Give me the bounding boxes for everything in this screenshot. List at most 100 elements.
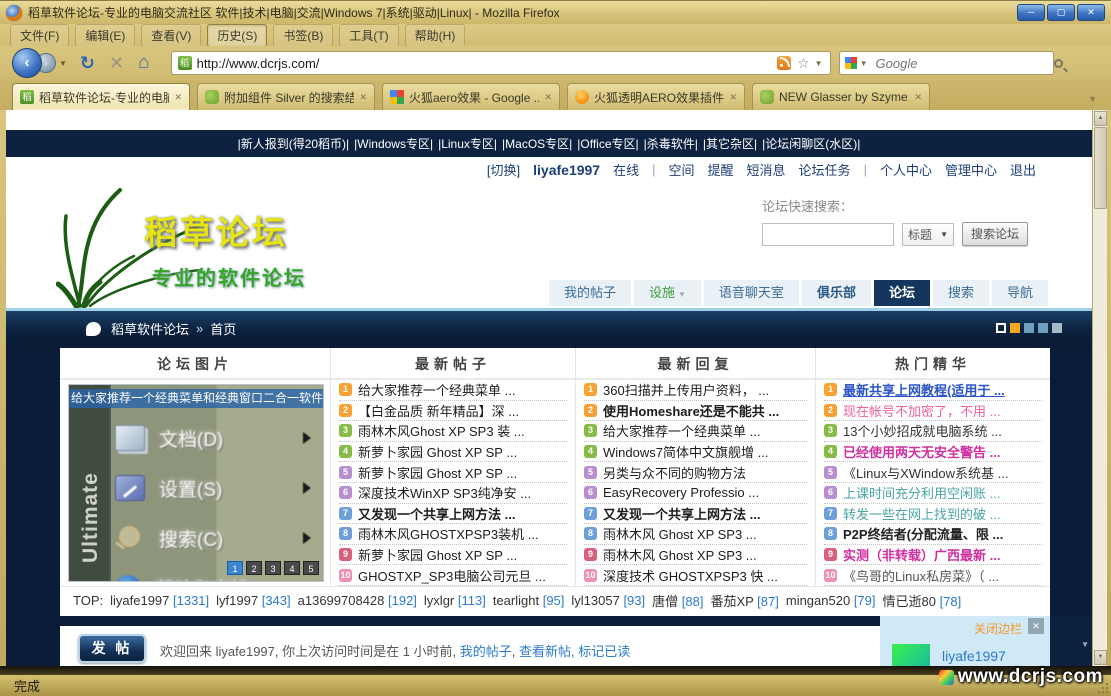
new-post-button[interactable]: 发 帖 — [78, 634, 146, 663]
forum-tab[interactable]: 语音聊天室 — [704, 280, 799, 306]
topnav-link[interactable]: |其它杂区| — [703, 135, 757, 152]
menu-item[interactable]: 查看(V) — [141, 24, 201, 47]
close-sidebar-icon[interactable]: ✕ — [1028, 618, 1044, 634]
userbar-link[interactable]: 论坛任务 — [799, 160, 851, 179]
topnav-link[interactable]: |新人报到(得20稻币)| — [238, 135, 350, 152]
breadcrumb-page[interactable]: 首页 — [210, 319, 236, 338]
forum-post-link[interactable]: 6上课时间充分利用空闲账 ... — [824, 483, 1042, 504]
carousel-page-button[interactable]: 3 — [265, 561, 281, 575]
menu-item[interactable]: 工具(T) — [339, 24, 398, 47]
menu-item[interactable]: 书签(B) — [273, 24, 333, 47]
menu-item[interactable]: 帮助(H) — [405, 24, 466, 47]
scroll-down-icon[interactable]: ▼ — [1094, 650, 1107, 665]
forum-post-link[interactable]: 9雨林木风 Ghost XP SP3 ... — [584, 545, 807, 566]
minimize-button[interactable]: ─ — [1017, 4, 1045, 21]
forum-post-link[interactable]: 6EasyRecovery Professio ... — [584, 483, 807, 504]
topnav-link[interactable]: |杀毒软件| — [644, 135, 698, 152]
top-user-name[interactable]: lyxlgr — [424, 593, 458, 608]
carousel-page-button[interactable]: 4 — [284, 561, 300, 575]
rss-icon[interactable] — [777, 56, 791, 70]
menu-item[interactable]: 编辑(E) — [75, 24, 135, 47]
forum-post-link[interactable]: 5另类与众不同的购物方法 — [584, 462, 807, 483]
userbar-link[interactable]: 管理中心 — [945, 160, 997, 179]
forum-post-link[interactable]: 2现在帐号不加密了，不用 ... — [824, 401, 1042, 422]
forum-post-link[interactable]: 3雨林木风Ghost XP SP3 装 ... — [339, 421, 567, 442]
tab-close-icon[interactable]: ✕ — [914, 92, 922, 103]
userbar-link[interactable]: 短消息 — [747, 160, 786, 179]
topnav-link[interactable]: |Linux专区| — [438, 135, 497, 152]
browser-tab[interactable]: 火狐aero效果 - Google ...✕ — [382, 83, 560, 110]
page-scrollbar[interactable]: ▲ ▼ — [1092, 110, 1107, 666]
sidebar-scroll-arrow-icon[interactable]: ▼ — [1081, 640, 1089, 649]
carousel-page-button[interactable]: 2 — [246, 561, 262, 575]
forum-post-link[interactable]: 5新萝卜家园 Ghost XP SP ... — [339, 462, 567, 483]
browser-tab[interactable]: 稻稻草软件论坛-专业的电脑...✕ — [12, 83, 190, 110]
forum-post-link[interactable]: 1最新共享上网教程(适用于 ... — [824, 380, 1042, 401]
top-user-name[interactable]: tearlight — [493, 593, 543, 608]
userbar-link[interactable]: 个人中心 — [880, 160, 932, 179]
search-input[interactable] — [876, 56, 1054, 71]
forum-tab[interactable]: 俱乐部 — [802, 280, 871, 306]
menu-item[interactable]: 历史(S) — [207, 24, 267, 47]
maximize-button[interactable]: ▢ — [1047, 4, 1075, 21]
welcome-link[interactable]: 查看新帖 — [519, 644, 571, 659]
url-input[interactable] — [197, 56, 774, 71]
top-user-name[interactable]: 情已逝80 — [883, 594, 940, 609]
forum-post-link[interactable]: 2【白金品质 新年精品】深 ... — [339, 401, 567, 422]
userbar-link[interactable]: 提醒 — [708, 160, 734, 179]
scroll-up-icon[interactable]: ▲ — [1094, 111, 1107, 126]
bookmark-star-icon[interactable]: ☆ — [797, 55, 810, 72]
tab-close-icon[interactable]: ✕ — [729, 92, 737, 103]
google-engine-icon[interactable] — [845, 57, 857, 69]
url-bar[interactable]: 稻 ☆ ▼ — [171, 51, 831, 75]
top-user-name[interactable]: a13699708428 — [298, 593, 388, 608]
userbar-link[interactable]: 退出 — [1010, 160, 1036, 179]
forum-tab[interactable]: 导航 — [992, 280, 1048, 306]
forum-post-link[interactable]: 4Windows7简体中文旗舰增 ... — [584, 442, 807, 463]
forum-post-link[interactable]: 4已经使用两天无安全警告 ... — [824, 442, 1042, 463]
forum-post-link[interactable]: 7又发现一个共享上网方法 ... — [339, 504, 567, 525]
topnav-link[interactable]: |Office专区| — [577, 135, 638, 152]
stop-icon[interactable]: ✕ — [109, 53, 124, 74]
search-type-select[interactable]: 标题 ▼ — [902, 223, 954, 246]
forum-post-link[interactable]: 6深度技术WinXP SP3纯净安 ... — [339, 483, 567, 504]
sidebar-username[interactable]: liyafe1997 — [942, 648, 1006, 664]
forum-post-link[interactable]: 10《鸟哥的Linux私房菜》（ ... — [824, 565, 1042, 586]
forum-post-link[interactable]: 7又发现一个共享上网方法 ... — [584, 504, 807, 525]
forum-image-carousel[interactable]: Ultimate 文档(D)设置(S)搜索(C)帮助和支持 给大家推荐一个经典菜… — [68, 384, 324, 582]
forum-post-link[interactable]: 5《Linux与XWindow系统基 ... — [824, 462, 1042, 483]
carousel-page-button[interactable]: 5 — [303, 561, 319, 575]
menu-item[interactable]: 文件(F) — [10, 24, 69, 47]
quick-search-input[interactable] — [762, 223, 894, 246]
scrollbar-thumb[interactable] — [1094, 127, 1107, 209]
urlbar-dropdown-icon[interactable]: ▼ — [815, 59, 823, 68]
top-user-name[interactable]: lyl13057 — [571, 593, 623, 608]
history-dropdown-icon[interactable]: ▼ — [59, 59, 67, 68]
topnav-link[interactable]: |MacOS专区| — [502, 135, 572, 152]
forum-post-link[interactable]: 4新萝卜家园 Ghost XP SP ... — [339, 442, 567, 463]
forum-post-link[interactable]: 3给大家推荐一个经典菜单 ... — [584, 421, 807, 442]
forum-post-link[interactable]: 10深度技术 GHOSTXPSP3 快 ... — [584, 565, 807, 586]
forum-post-link[interactable]: 10GHOSTXP_SP3电脑公司元旦 ... — [339, 565, 567, 586]
topnav-link[interactable]: |论坛闲聊区(水区)| — [762, 135, 860, 152]
forum-post-link[interactable]: 8雨林木风GHOSTXPSP3装机 ... — [339, 524, 567, 545]
forum-post-link[interactable]: 7转发一些在网上找到的破 ... — [824, 504, 1042, 525]
username-link[interactable]: liyafe1997 — [533, 162, 600, 178]
home-icon[interactable]: ⌂ — [138, 52, 149, 74]
welcome-link[interactable]: 标记已读 — [578, 644, 630, 659]
search-icon[interactable] — [1054, 59, 1063, 68]
style-switch-squares[interactable] — [996, 323, 1062, 333]
switch-user-link[interactable]: [切换] — [487, 160, 520, 179]
top-user-name[interactable]: 番茄XP — [710, 594, 757, 609]
forum-search-button[interactable]: 搜索论坛 — [962, 222, 1028, 246]
refresh-icon[interactable]: ↻ — [80, 53, 95, 74]
top-user-name[interactable]: 唐僧 — [652, 594, 682, 609]
forum-post-link[interactable]: 313个小妙招成就电脑系统 ... — [824, 421, 1042, 442]
topnav-link[interactable]: |Windows专区| — [354, 135, 433, 152]
forum-post-link[interactable]: 9新萝卜家园 Ghost XP SP ... — [339, 545, 567, 566]
engine-dropdown-icon[interactable]: ▼ — [860, 59, 868, 68]
close-button[interactable]: ✕ — [1077, 4, 1105, 21]
forum-tab[interactable]: 我的帖子 — [549, 280, 631, 306]
userbar-link[interactable]: 空间 — [669, 160, 695, 179]
tab-close-icon[interactable]: ✕ — [174, 92, 182, 103]
